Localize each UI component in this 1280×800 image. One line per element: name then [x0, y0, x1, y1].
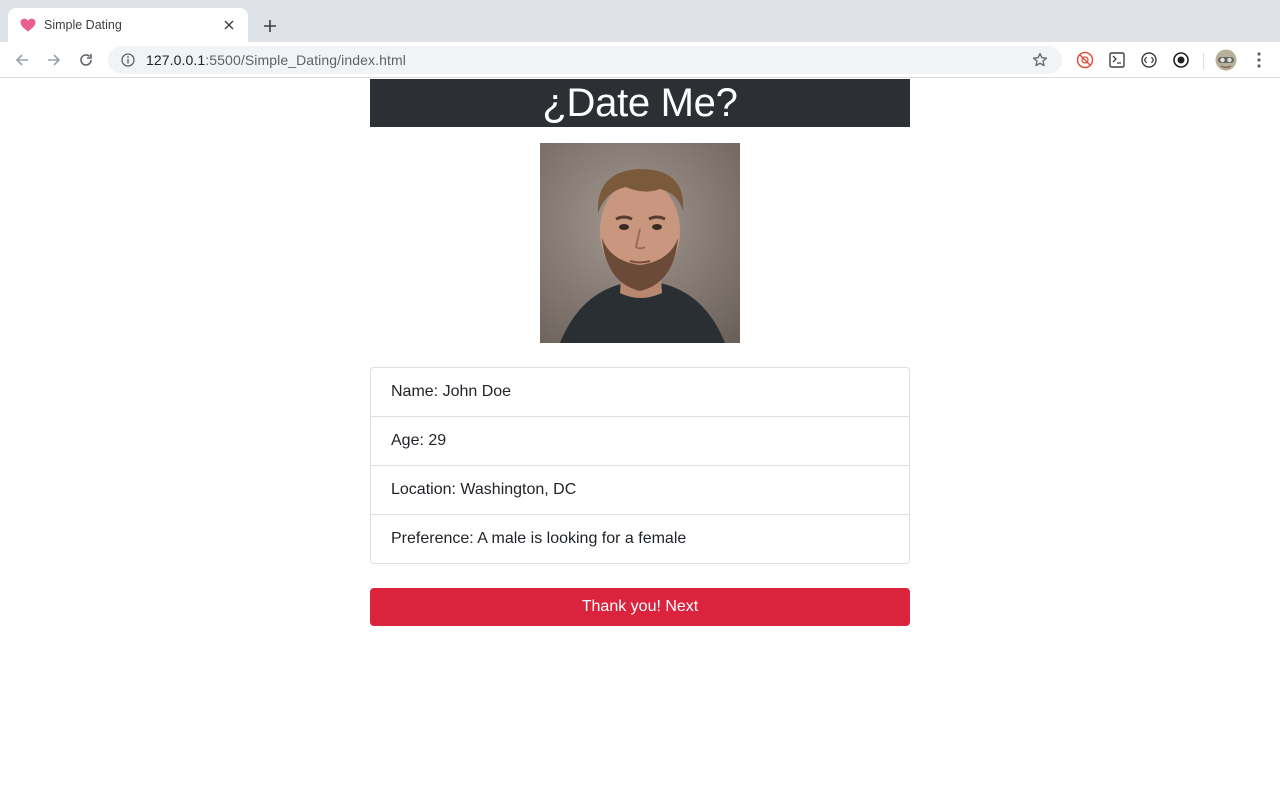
profile-location: Location: Washington, DC — [371, 466, 909, 515]
back-arrow-icon[interactable] — [10, 48, 34, 72]
profile-age: Age: 29 — [371, 417, 909, 466]
browser-tab[interactable]: Simple Dating — [8, 8, 248, 42]
close-icon[interactable] — [220, 16, 238, 34]
toolbar-divider — [1203, 53, 1204, 69]
page-title: ¿Date Me? — [542, 81, 738, 125]
reload-icon[interactable] — [74, 48, 98, 72]
new-tab-icon[interactable] — [258, 14, 282, 38]
url-path: :5500/Simple_Dating/index.html — [205, 52, 406, 68]
heart-icon — [20, 17, 36, 33]
forward-arrow-icon[interactable] — [42, 48, 66, 72]
browser-toolbar: 127.0.0.1:5500/Simple_Dating/index.html — [0, 42, 1280, 78]
next-button[interactable]: Thank you! Next — [370, 588, 910, 626]
extension-icon[interactable] — [1107, 50, 1127, 70]
extension-icon[interactable] — [1139, 50, 1159, 70]
profile-name: Name: John Doe — [371, 368, 909, 417]
page-viewport: ¿Date Me? Name: John Doe Age: 29 Locatio… — [0, 79, 1280, 800]
site-info-icon[interactable] — [120, 52, 136, 68]
extension-icon[interactable] — [1075, 50, 1095, 70]
extension-icon[interactable] — [1171, 50, 1191, 70]
profile-avatar-icon[interactable] — [1214, 48, 1238, 72]
menu-dots-icon[interactable] — [1249, 50, 1269, 70]
address-bar[interactable]: 127.0.0.1:5500/Simple_Dating/index.html — [108, 46, 1062, 74]
url-text: 127.0.0.1:5500/Simple_Dating/index.html — [146, 52, 1030, 68]
bookmark-star-icon[interactable] — [1030, 50, 1050, 70]
profile-photo — [540, 143, 740, 343]
profile-preference: Preference: A male is looking for a fema… — [391, 530, 687, 547]
page-header: ¿Date Me? — [370, 79, 910, 127]
profile-details-list: Name: John Doe Age: 29 Location: Washing… — [370, 367, 910, 564]
browser-tabstrip: Simple Dating — [0, 0, 1280, 42]
tab-title: Simple Dating — [44, 18, 122, 32]
url-host: 127.0.0.1 — [146, 52, 206, 68]
